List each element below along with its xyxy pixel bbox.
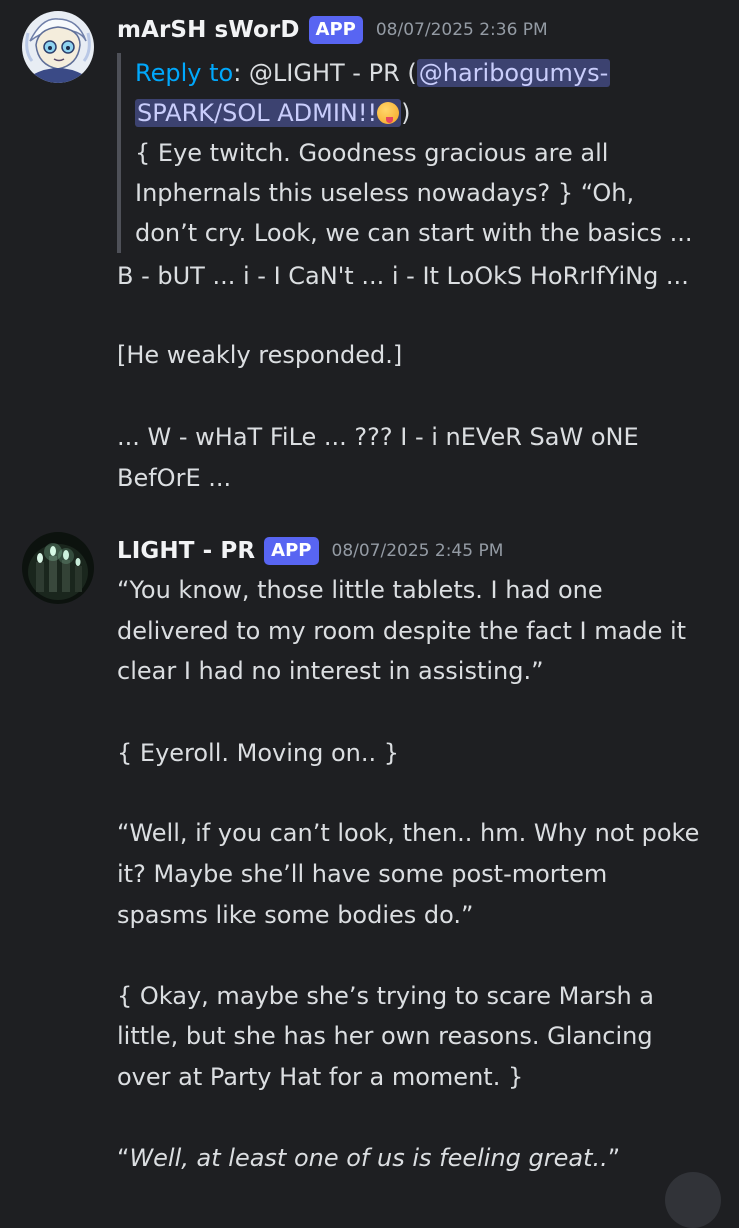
message-header-light: LIGHT - PR APP 08/07/2025 2:45 PM bbox=[117, 537, 503, 565]
app-badge: APP bbox=[308, 16, 363, 44]
timestamp: 08/07/2025 2:45 PM bbox=[331, 541, 504, 561]
reply-text-line: Inphernals this useless nowadays? } “Oh, bbox=[135, 179, 635, 207]
reply-text-line: { Eye twitch. Goodness gracious are all bbox=[135, 139, 609, 167]
message-text-line: little, but she has her own reasons. Gla… bbox=[117, 1022, 653, 1050]
user-mention-text: SPARK/SOL ADMIN!! bbox=[137, 99, 378, 127]
message-text-line: clear I had no interest in assisting.” bbox=[117, 657, 544, 685]
message-text-line: over at Party Hat for a moment. } bbox=[117, 1063, 524, 1091]
app-badge: APP bbox=[264, 537, 319, 565]
avatar-marsh[interactable] bbox=[22, 11, 94, 83]
reply-close-paren: ) bbox=[401, 99, 411, 127]
message-text-line: ... W - wHaT FiLe ... ??? I - i nEVeR Sa… bbox=[117, 423, 639, 451]
yum-face-icon bbox=[377, 102, 400, 124]
reply-quote-block: Reply to: @LIGHT - PR (@haribogumys- SPA… bbox=[117, 53, 717, 253]
quote-close: ” bbox=[607, 1144, 621, 1172]
message-text-line: BefOrE ... bbox=[117, 464, 232, 492]
quote-open: “ bbox=[117, 1144, 130, 1172]
message-text-line: “Well, if you can’t look, then.. hm. Why… bbox=[117, 819, 700, 847]
avatar-light[interactable] bbox=[22, 532, 94, 604]
message-text-line-italic: “Well, at least one of us is feeling gre… bbox=[117, 1138, 620, 1178]
message-text-line: spasms like some bodies do.” bbox=[117, 901, 474, 929]
user-mention-cont[interactable]: SPARK/SOL ADMIN!! bbox=[135, 99, 402, 127]
user-mention[interactable]: @haribogumys- bbox=[416, 59, 611, 87]
message-text-line: “You know, those little tablets. I had o… bbox=[117, 576, 603, 604]
reply-header-line: Reply to: @LIGHT - PR (@haribogumys- bbox=[135, 53, 717, 93]
reply-label[interactable]: Reply to bbox=[135, 59, 233, 87]
avatar-marsh-image bbox=[22, 11, 94, 83]
message-text-line: { Okay, maybe she’s trying to scare Mars… bbox=[117, 982, 655, 1010]
message-text-line: [He weakly responded.] bbox=[117, 341, 403, 369]
message-text-line: delivered to my room despite the fact I … bbox=[117, 617, 687, 645]
jump-to-present-button[interactable] bbox=[665, 1172, 721, 1228]
username-light[interactable]: LIGHT - PR bbox=[117, 538, 255, 564]
reply-header-line-2: SPARK/SOL ADMIN!!) bbox=[135, 93, 717, 133]
message-text-line: B - bUT ... i - I CaN't ... i - It LoOkS… bbox=[117, 262, 689, 290]
avatar-light-image bbox=[22, 532, 94, 604]
timestamp: 08/07/2025 2:36 PM bbox=[375, 20, 548, 40]
italic-text: Well, at least one of us is feeling grea… bbox=[129, 1144, 608, 1172]
reply-text-line: don’t cry. Look, we can start with the b… bbox=[135, 219, 693, 247]
reply-target: : @LIGHT - PR ( bbox=[233, 59, 417, 87]
message-text-line: { Eyeroll. Moving on.. } bbox=[117, 739, 400, 767]
message-text-line: it? Maybe she’ll have some post-mortem bbox=[117, 860, 608, 888]
message-header-marsh: mArSH sWorD APP 08/07/2025 2:36 PM bbox=[117, 16, 548, 44]
username-marsh[interactable]: mArSH sWorD bbox=[117, 17, 300, 43]
